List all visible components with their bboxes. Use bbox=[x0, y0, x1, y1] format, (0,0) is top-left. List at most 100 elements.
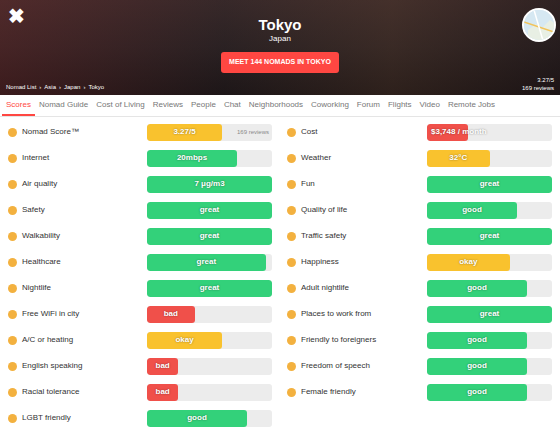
score-row: LGBT friendlygood bbox=[8, 405, 272, 430]
score-bar: good bbox=[427, 384, 552, 401]
breadcrumb-link[interactable]: Asia bbox=[44, 83, 56, 92]
header-title-block: TokyoJapan MEET 144 NOMADS IN TOKYO bbox=[0, 0, 560, 73]
score-icon bbox=[8, 414, 17, 423]
score-row: Safetygreat bbox=[8, 197, 272, 223]
country-name: Japan bbox=[269, 34, 291, 44]
score-label: Free WiFi in city bbox=[22, 308, 147, 320]
score-label: Traffic safety bbox=[301, 230, 427, 242]
score-value: 20mbps bbox=[147, 150, 237, 167]
score-icon bbox=[8, 180, 17, 189]
score-bar: good bbox=[427, 332, 552, 349]
scores-grid: Nomad Score™ 169 reviews 3.27/5Internet20m… bbox=[0, 117, 560, 430]
score-row: Adult nightlifegood bbox=[287, 275, 552, 301]
score-icon bbox=[287, 206, 296, 215]
score-icon bbox=[8, 206, 17, 215]
score-bar: good bbox=[147, 410, 272, 427]
score-value: $3,748 / month bbox=[427, 124, 491, 141]
score-row: Traffic safetygreat bbox=[287, 223, 552, 249]
meet-nomads-button[interactable]: MEET 144 NOMADS IN TOKYO bbox=[221, 52, 339, 73]
tab[interactable]: Neighborhoods bbox=[245, 95, 307, 116]
tab[interactable]: Chat bbox=[220, 95, 245, 116]
score-value: great bbox=[427, 306, 552, 323]
score-row: Fungreat bbox=[287, 171, 552, 197]
score-row: Friendly to foreignersgood bbox=[287, 327, 552, 353]
score-value: 3.27/5 bbox=[147, 124, 222, 141]
tab[interactable]: Reviews bbox=[149, 95, 187, 116]
score-value: good bbox=[427, 280, 527, 297]
score-bar: 20mbps bbox=[147, 150, 272, 167]
tab[interactable]: Remote Jobs bbox=[444, 95, 499, 116]
score-icon bbox=[8, 362, 17, 371]
tab[interactable]: Forum bbox=[353, 95, 384, 116]
score-note: 169 reviews bbox=[237, 124, 269, 141]
score-row: Happinessokay bbox=[287, 249, 552, 275]
score-row: Air quality7 μg/m3 bbox=[8, 171, 272, 197]
score-row: A/C or heatingokay bbox=[8, 327, 272, 353]
score-bar: great bbox=[147, 202, 272, 219]
tab[interactable]: Scores bbox=[2, 95, 35, 116]
score-row: Quality of lifegood bbox=[287, 197, 552, 223]
score-icon bbox=[8, 388, 17, 397]
score-label: Air quality bbox=[22, 178, 147, 190]
score-value: great bbox=[147, 254, 266, 271]
score-bar: good bbox=[427, 280, 552, 297]
breadcrumb-separator: › bbox=[59, 83, 61, 92]
tab[interactable]: Cost of Living bbox=[92, 95, 148, 116]
score-label: Friendly to foreigners bbox=[301, 334, 427, 346]
score-value: good bbox=[427, 358, 527, 375]
score-label: Female friendly bbox=[301, 386, 427, 398]
score-icon bbox=[287, 154, 296, 163]
score-label: Internet bbox=[22, 152, 147, 164]
score-icon bbox=[8, 154, 17, 163]
score-icon bbox=[8, 284, 17, 293]
close-button[interactable]: ✖ bbox=[8, 6, 25, 26]
city-header: ✖TokyoJapanMEET 144 NOMADS IN TOKYONomad… bbox=[0, 0, 560, 95]
score-label: Nomad Score™ bbox=[22, 126, 147, 138]
score-bar: great bbox=[427, 228, 552, 245]
review-count: 169 reviews bbox=[522, 84, 554, 92]
score-icon bbox=[287, 180, 296, 189]
score-row: Female friendlygood bbox=[287, 379, 552, 405]
score-bar: great bbox=[147, 228, 272, 245]
header-photo bbox=[0, 0, 560, 95]
score-row: Nightlifegreat bbox=[8, 275, 272, 301]
score-icon bbox=[8, 232, 17, 241]
tab[interactable]: People bbox=[187, 95, 220, 116]
score-label: Happiness bbox=[301, 256, 427, 268]
tab[interactable]: Flights bbox=[384, 95, 416, 116]
breadcrumb-separator: › bbox=[83, 83, 85, 92]
score-label: Cost bbox=[301, 126, 427, 138]
score-value: bad bbox=[147, 358, 178, 375]
score-bar: bad bbox=[147, 306, 272, 323]
score-value: great bbox=[147, 280, 272, 297]
score-row: English speakingbad bbox=[8, 353, 272, 379]
scores-column: Cost$3,748 / monthWeather32°CFungreatQua… bbox=[280, 119, 560, 430]
breadcrumb-link[interactable]: Nomad List bbox=[6, 83, 36, 92]
map-avatar-icon[interactable] bbox=[522, 8, 556, 42]
tab[interactable]: Coworking bbox=[307, 95, 353, 116]
score-row: Healthcaregreat bbox=[8, 249, 272, 275]
breadcrumb-link[interactable]: Tokyo bbox=[88, 83, 104, 92]
tab-bar: ScoresNomad GuideCost of LivingReviewsPe… bbox=[0, 95, 560, 117]
score-row: Cost$3,748 / month bbox=[287, 119, 552, 145]
score-label: Nightlife bbox=[22, 282, 147, 294]
tab[interactable]: Video bbox=[416, 95, 444, 116]
score-bar: good bbox=[427, 358, 552, 375]
score-row: Racial tolerancebad bbox=[8, 379, 272, 405]
tab[interactable]: Nomad Guide bbox=[35, 95, 92, 116]
score-bar: $3,748 / month bbox=[427, 124, 552, 141]
breadcrumb-link[interactable]: Japan bbox=[64, 83, 80, 92]
score-bar: 7 μg/m3 bbox=[147, 176, 272, 193]
score-icon bbox=[287, 258, 296, 267]
score-bar: bad bbox=[147, 358, 272, 375]
score-label: LGBT friendly bbox=[22, 412, 147, 424]
score-bar: good bbox=[427, 202, 552, 219]
score-value: great bbox=[147, 202, 272, 219]
score-bar: great bbox=[147, 280, 272, 297]
score-label: Quality of life bbox=[301, 204, 427, 216]
score-icon bbox=[287, 284, 296, 293]
score-value: good bbox=[427, 384, 527, 401]
city-title: Tokyo bbox=[258, 16, 301, 34]
score-row: Walkabilitygreat bbox=[8, 223, 272, 249]
score-bar: great bbox=[147, 254, 272, 271]
